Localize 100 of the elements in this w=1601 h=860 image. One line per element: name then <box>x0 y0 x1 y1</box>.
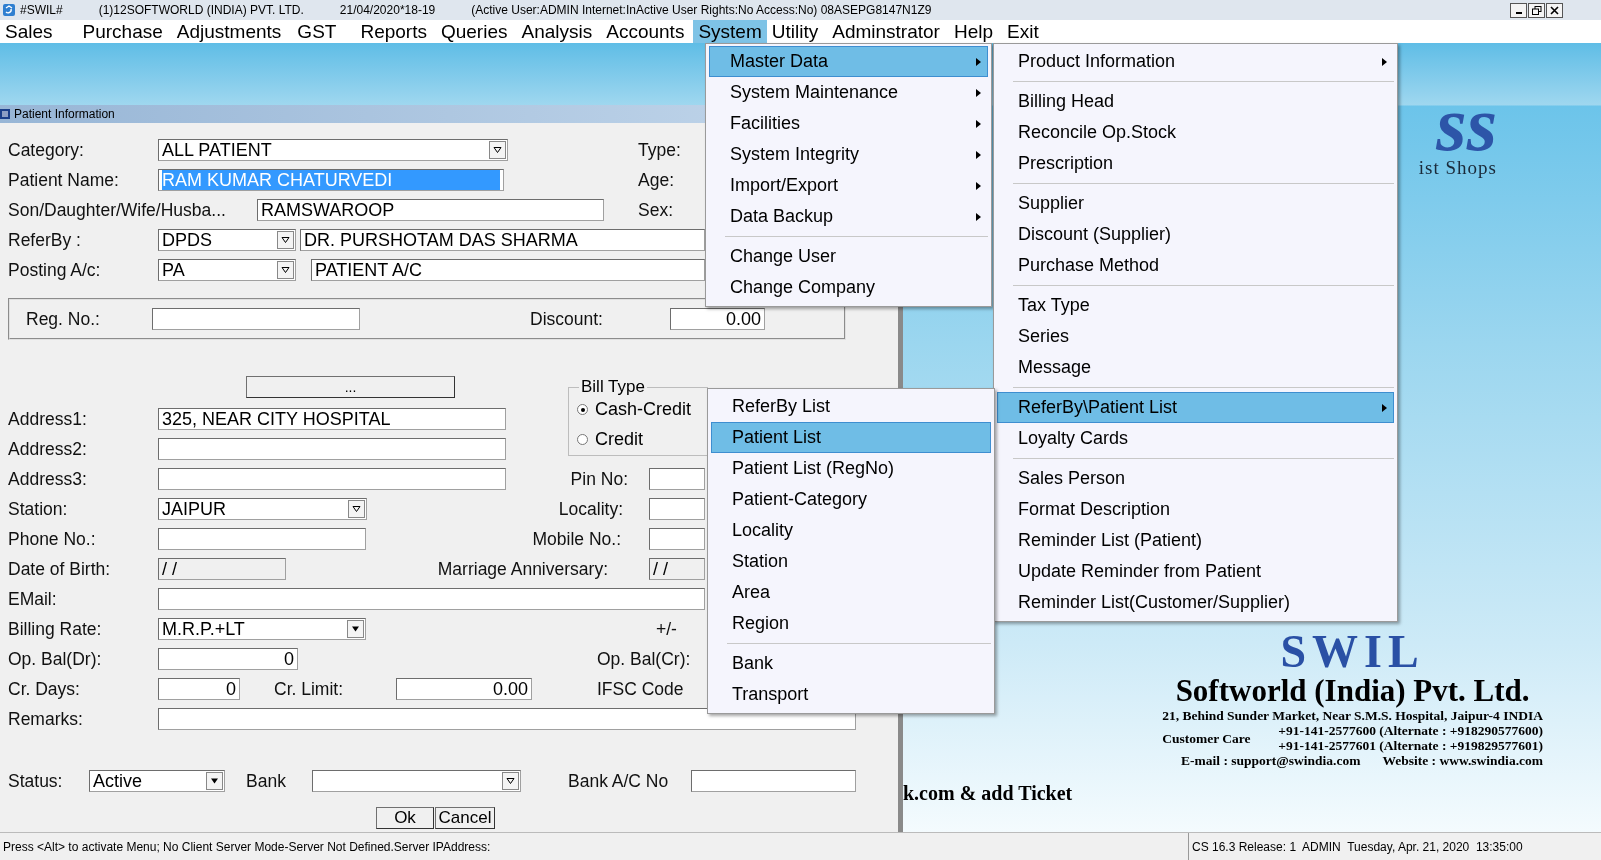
menu-item[interactable]: Patient List (RegNo) <box>711 453 991 484</box>
menu-item[interactable]: Purchase <box>77 20 168 43</box>
input-field[interactable]: 325, NEAR CITY HOSPITAL <box>158 408 506 430</box>
menu-item[interactable]: Adminstrator <box>827 20 945 43</box>
menu-item[interactable]: Purchase Method <box>997 250 1394 281</box>
menu-item[interactable]: Reminder List (Patient) <box>997 525 1394 556</box>
input-field[interactable] <box>649 528 705 550</box>
menu-item[interactable]: Loyalty Cards <box>997 423 1394 454</box>
input-field[interactable]: DR. PURSHOTAM DAS SHARMA <box>300 229 705 251</box>
input-field[interactable]: 0 <box>158 678 240 700</box>
menu-item[interactable]: Format Description <box>997 494 1394 525</box>
menu-item[interactable]: Reports <box>355 20 432 43</box>
menu-item[interactable]: Adjustments <box>171 20 287 43</box>
menu-item[interactable]: Update Reminder from Patient <box>997 556 1394 587</box>
dropdown-button[interactable] <box>277 261 294 279</box>
menu-item[interactable]: Area <box>711 577 991 608</box>
dropdown-button[interactable] <box>489 141 506 159</box>
menu-item[interactable]: Prescription <box>997 148 1394 179</box>
field-label: Address2: <box>8 438 88 460</box>
input-field[interactable]: 0.00 <box>670 308 765 330</box>
menu-item[interactable]: Billing Head <box>997 86 1394 117</box>
field-label: Bank <box>246 770 287 792</box>
caret-down-icon <box>352 506 361 512</box>
menu-item[interactable]: Patient List <box>711 422 991 453</box>
input-field[interactable] <box>158 528 366 550</box>
menu-item[interactable]: Import/Export <box>709 170 988 201</box>
menu-item[interactable]: Sales <box>0 20 58 43</box>
menu-item[interactable]: Transport <box>711 679 991 710</box>
ellipsis-button[interactable]: ... <box>246 376 455 398</box>
menu-item[interactable]: Series <box>997 321 1394 352</box>
field-label: Billing Rate: <box>8 618 103 640</box>
dropdown-button[interactable] <box>502 772 519 790</box>
field-label: Sex: <box>638 199 674 221</box>
menu-item[interactable]: Facilities <box>709 108 988 139</box>
menu-item[interactable]: Product Information <box>997 46 1394 77</box>
minimize-button[interactable] <box>1510 2 1527 18</box>
input-field[interactable] <box>152 308 360 330</box>
menu-item[interactable]: Change Company <box>709 272 988 303</box>
dropdown-field[interactable] <box>312 770 521 792</box>
menu-item[interactable]: Queries <box>435 20 513 43</box>
input-field[interactable]: 0 <box>158 648 298 670</box>
menu-item[interactable]: Locality <box>711 515 991 546</box>
menu-item[interactable]: Data Backup <box>709 201 988 232</box>
menu-item[interactable]: Reminder List(Customer/Supplier) <box>997 587 1394 618</box>
dialog-button[interactable]: Cancel <box>435 807 495 829</box>
menu-item[interactable]: Exit <box>1002 20 1044 43</box>
input-field[interactable]: RAMSWAROOP <box>257 199 604 221</box>
menu-item[interactable]: Sales Person <box>997 463 1394 494</box>
close-button[interactable] <box>1546 2 1563 18</box>
dropdown-field[interactable]: DPDS <box>158 229 296 251</box>
radio-option[interactable]: Credit <box>577 424 707 455</box>
menu-item[interactable]: Patient-Category <box>711 484 991 515</box>
dropdown-field[interactable]: M.R.P.+LT <box>158 618 366 640</box>
dropdown-button[interactable] <box>206 772 223 790</box>
dropdown-button[interactable] <box>277 231 294 249</box>
menu-item[interactable]: Supplier <box>997 188 1394 219</box>
menu-item[interactable]: Analysis <box>516 20 598 43</box>
menu-item[interactable]: ReferBy\Patient List <box>997 392 1394 423</box>
menu-item[interactable]: Master Data <box>709 46 988 77</box>
input-field[interactable] <box>649 498 705 520</box>
menu-item[interactable]: Tax Type <box>997 290 1394 321</box>
input-field[interactable] <box>649 468 705 490</box>
restore-icon <box>1531 5 1542 15</box>
menu-item[interactable]: Region <box>711 608 991 639</box>
input-field[interactable] <box>158 708 856 730</box>
dropdown-field[interactable]: Active <box>89 770 225 792</box>
field-label: Type: <box>638 139 681 161</box>
menu-item[interactable]: Discount (Supplier) <box>997 219 1394 250</box>
input-field[interactable]: PATIENT A/C <box>311 259 705 281</box>
date-field[interactable]: / / <box>649 558 705 580</box>
field-label: Status: <box>8 770 64 792</box>
menu-item[interactable]: Message <box>997 352 1394 383</box>
dropdown-field[interactable]: PA <box>158 259 296 281</box>
dropdown-button[interactable] <box>347 620 364 638</box>
menu-item[interactable]: ReferBy List <box>711 391 991 422</box>
input-field[interactable] <box>691 770 856 792</box>
menu-item[interactable]: System Integrity <box>709 139 988 170</box>
menu-item[interactable]: Bank <box>711 648 991 679</box>
menu-item[interactable]: System Maintenance <box>709 77 988 108</box>
dropdown-button[interactable] <box>348 500 365 518</box>
date-field[interactable]: / / <box>158 558 286 580</box>
input-field[interactable] <box>158 468 506 490</box>
menu-item[interactable]: System <box>693 20 767 43</box>
menu-item[interactable]: Help <box>948 20 998 43</box>
menu-item[interactable]: Station <box>711 546 991 577</box>
restore-button[interactable] <box>1528 2 1545 18</box>
input-field[interactable]: 0.00 <box>396 678 532 700</box>
input-field[interactable] <box>158 588 705 610</box>
menu-item[interactable]: Reconcile Op.Stock <box>997 117 1394 148</box>
dialog-button[interactable]: Ok <box>376 807 434 829</box>
close-icon <box>1550 5 1559 15</box>
radio-option[interactable]: Cash-Credit <box>577 394 707 425</box>
menu-item[interactable]: Accounts <box>601 20 690 43</box>
input-field[interactable] <box>158 438 506 460</box>
dropdown-field[interactable]: ALL PATIENT <box>158 139 508 161</box>
dropdown-field[interactable]: JAIPUR <box>158 498 367 520</box>
menu-item[interactable]: GST <box>292 20 342 43</box>
menu-item[interactable]: Utility <box>766 20 824 43</box>
status-info: CS 16.3 Release: 1 ADMIN Tuesday, Apr. 21, 2020 13:35:00 <box>1188 833 1601 860</box>
menu-item[interactable]: Change User <box>709 241 988 272</box>
